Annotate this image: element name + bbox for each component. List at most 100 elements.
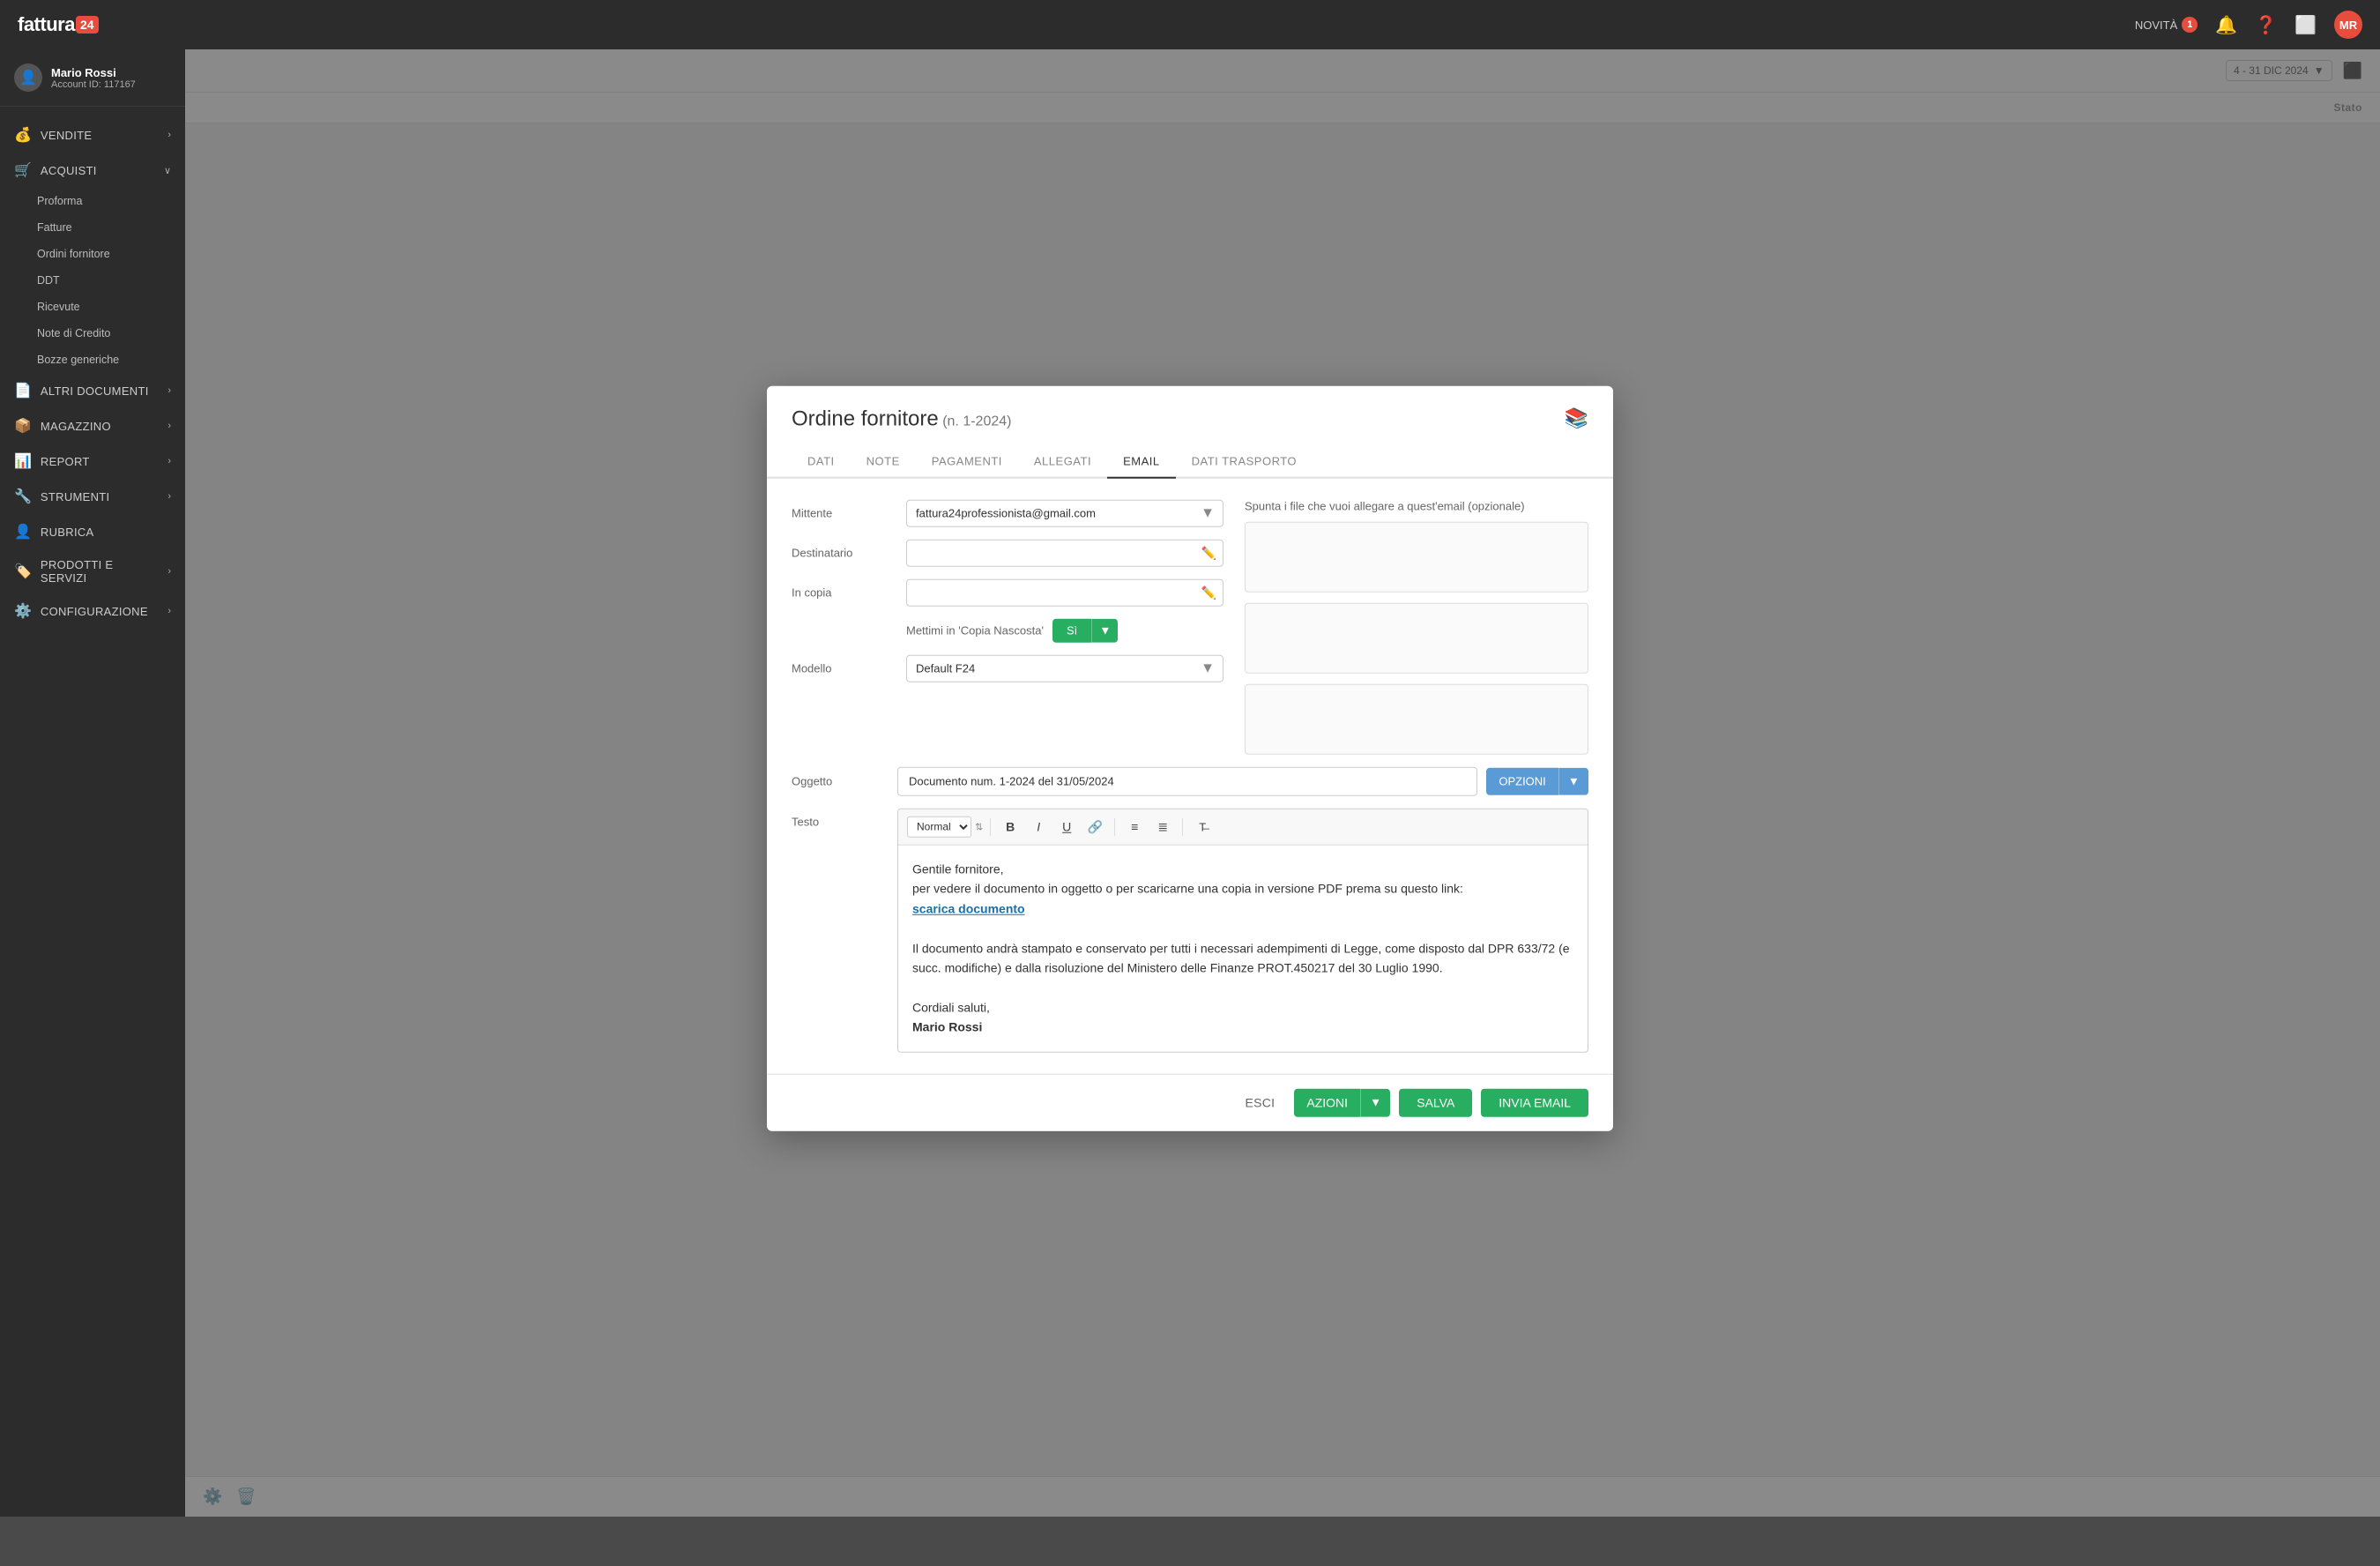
toolbar-separator <box>990 818 991 836</box>
bold-button[interactable]: B <box>998 815 1023 839</box>
attachment-box-3 <box>1245 684 1588 755</box>
books-icon[interactable]: 📚 <box>1565 407 1588 430</box>
configurazione-icon: ⚙️ <box>14 602 32 620</box>
sidebar: 👤 Mario Rossi Account ID: 117167 💰 VENDI… <box>0 49 185 1517</box>
sidebar-item-vendite[interactable]: 💰 VENDITE › <box>0 117 185 153</box>
toolbar-separator <box>1114 818 1115 836</box>
notification-icon[interactable]: 🔔 <box>2215 14 2237 36</box>
underline-button[interactable]: U <box>1054 815 1079 839</box>
sidebar-item-label: MAGAZZINO <box>41 420 159 433</box>
sidebar-user: 👤 Mario Rossi Account ID: 117167 <box>0 49 185 107</box>
layout-icon[interactable]: ⬜ <box>2294 14 2317 36</box>
tab-pagamenti[interactable]: PAGAMENTI <box>916 446 1018 479</box>
tab-email[interactable]: EMAIL <box>1107 446 1176 479</box>
logo-text: fattura <box>18 13 75 36</box>
chevron-right-icon: › <box>167 566 171 577</box>
link-button[interactable]: 🔗 <box>1082 815 1107 839</box>
sidebar-sub-ordini-fornitore[interactable]: Ordini fornitore <box>0 241 185 267</box>
sidebar-sub-ricevute[interactable]: Ricevute <box>0 294 185 320</box>
mittente-label: Mittente <box>792 500 889 520</box>
oggetto-label: Oggetto <box>792 775 889 788</box>
sidebar-sub-ddt[interactable]: DDT <box>0 267 185 294</box>
azioni-button[interactable]: AZIONI <box>1294 1088 1360 1116</box>
modello-select-wrapper[interactable]: Default F24 ▼ <box>906 655 1223 682</box>
opzioni-button[interactable]: OPZIONI <box>1486 768 1558 795</box>
sidebar-item-label: CONFIGURAZIONE <box>41 605 159 618</box>
mittente-select[interactable]: fattura24professionista@gmail.com <box>906 500 1223 527</box>
bcc-toggle-btn[interactable]: Sì <box>1052 619 1091 643</box>
destinatario-input[interactable] <box>906 540 1223 567</box>
modello-select[interactable]: Default F24 <box>906 655 1223 682</box>
format-select-wrapper[interactable]: Normal ⇅ <box>907 817 983 838</box>
ordered-list-button[interactable]: ≡ <box>1122 815 1147 839</box>
salva-button[interactable]: SALVA <box>1399 1088 1472 1116</box>
sidebar-sub-fatture[interactable]: Fatture <box>0 214 185 241</box>
bcc-row: Mettimi in 'Copia Nascosta' Sì ▼ <box>792 619 1223 643</box>
logo[interactable]: fattura 24 <box>18 13 99 36</box>
sidebar-item-acquisti[interactable]: 🛒 ACQUISTI ∨ <box>0 153 185 188</box>
altri-documenti-icon: 📄 <box>14 382 32 399</box>
azioni-arrow-button[interactable]: ▼ <box>1360 1088 1390 1116</box>
novita-label: NOVITÀ <box>2135 19 2177 32</box>
format-select[interactable]: Normal <box>907 817 971 838</box>
attachment-box-1 <box>1245 522 1588 593</box>
clear-format-button[interactable]: T̶ <box>1190 815 1215 839</box>
sidebar-sub-bozze[interactable]: Bozze generiche <box>0 347 185 373</box>
novita-count: 1 <box>2182 17 2198 33</box>
destinatario-label: Destinatario <box>792 540 889 560</box>
opzioni-arrow-button[interactable]: ▼ <box>1558 768 1588 795</box>
editor-link[interactable]: scarica documento <box>912 902 1025 916</box>
tab-allegati[interactable]: ALLEGATI <box>1018 446 1107 479</box>
rubrica-icon: 👤 <box>14 523 32 541</box>
chevron-right-icon: › <box>167 606 171 616</box>
sidebar-item-report[interactable]: 📊 REPORT › <box>0 444 185 479</box>
sidebar-item-altri-documenti[interactable]: 📄 ALTRI DOCUMENTI › <box>0 373 185 408</box>
invia-email-button[interactable]: INVIA EMAIL <box>1481 1088 1588 1116</box>
esci-button[interactable]: ESCI <box>1234 1088 1285 1116</box>
mittente-row: Mittente fattura24professionista@gmail.c… <box>792 500 1223 527</box>
oggetto-input[interactable] <box>897 767 1477 796</box>
oggetto-row: Oggetto OPZIONI ▼ <box>792 767 1588 796</box>
sidebar-item-rubrica[interactable]: 👤 RUBRICA <box>0 514 185 549</box>
chevron-down-icon: ∨ <box>164 165 171 176</box>
edit-icon[interactable]: ✏️ <box>1201 546 1216 561</box>
modal-tabs: DATI NOTE PAGAMENTI ALLEGATI EMAIL DATI … <box>767 446 1613 479</box>
sidebar-item-magazzino[interactable]: 📦 MAGAZZINO › <box>0 408 185 444</box>
user-icon: 👤 <box>14 63 42 92</box>
sidebar-item-strumenti[interactable]: 🔧 STRUMENTI › <box>0 479 185 514</box>
unordered-list-button[interactable]: ≣ <box>1150 815 1175 839</box>
modal-ordine-fornitore: Ordine fornitore (n. 1-2024) 📚 DATI NOTE… <box>767 386 1613 1131</box>
in-copia-input[interactable] <box>906 579 1223 607</box>
testo-editor-wrapper: Normal ⇅ B I U 🔗 ≡ ≣ T̶ <box>897 809 1588 1053</box>
tab-note[interactable]: NOTE <box>851 446 916 479</box>
help-icon[interactable]: ❓ <box>2255 14 2277 36</box>
sidebar-sub-proforma[interactable]: Proforma <box>0 188 185 214</box>
sidebar-item-label: STRUMENTI <box>41 490 159 503</box>
bcc-toggle-arrow[interactable]: ▼ <box>1091 619 1118 643</box>
mittente-select-wrapper[interactable]: fattura24professionista@gmail.com ▼ <box>906 500 1223 527</box>
user-avatar[interactable]: MR <box>2334 11 2362 39</box>
novita-badge[interactable]: NOVITÀ 1 <box>2135 17 2198 33</box>
edit-icon[interactable]: ✏️ <box>1201 585 1216 600</box>
tab-dati-trasporto[interactable]: DATI TRASPORTO <box>1176 446 1313 479</box>
tab-dati[interactable]: DATI <box>792 446 851 479</box>
modal-header: Ordine fornitore (n. 1-2024) 📚 <box>767 386 1613 432</box>
sidebar-item-label: VENDITE <box>41 129 159 142</box>
in-copia-field[interactable]: ✏️ <box>906 579 1223 607</box>
attachments-section: Spunta i file che vuoi allegare a quest'… <box>1245 500 1588 755</box>
sidebar-sub-note-credito[interactable]: Note di Credito <box>0 320 185 347</box>
magazzino-icon: 📦 <box>14 417 32 435</box>
azioni-btn-group[interactable]: AZIONI ▼ <box>1294 1088 1390 1116</box>
modal-title: Ordine fornitore <box>792 407 939 431</box>
testo-row: Testo Normal ⇅ B I U <box>792 809 1588 1053</box>
sidebar-item-prodotti[interactable]: 🏷️ PRODOTTI E SERVIZI › <box>0 549 185 593</box>
destinatario-field[interactable]: ✏️ <box>906 540 1223 567</box>
editor-content-area[interactable]: Gentile fornitore, per vedere il documen… <box>898 846 1588 1052</box>
modello-row: Modello Default F24 ▼ <box>792 655 1223 682</box>
bcc-toggle[interactable]: Sì ▼ <box>1052 619 1119 643</box>
chevron-right-icon: › <box>167 491 171 502</box>
modal-footer: ESCI AZIONI ▼ SALVA INVIA EMAIL <box>767 1073 1613 1130</box>
sidebar-item-configurazione[interactable]: ⚙️ CONFIGURAZIONE › <box>0 593 185 629</box>
italic-button[interactable]: I <box>1026 815 1051 839</box>
opzioni-btn-group[interactable]: OPZIONI ▼ <box>1486 768 1588 795</box>
